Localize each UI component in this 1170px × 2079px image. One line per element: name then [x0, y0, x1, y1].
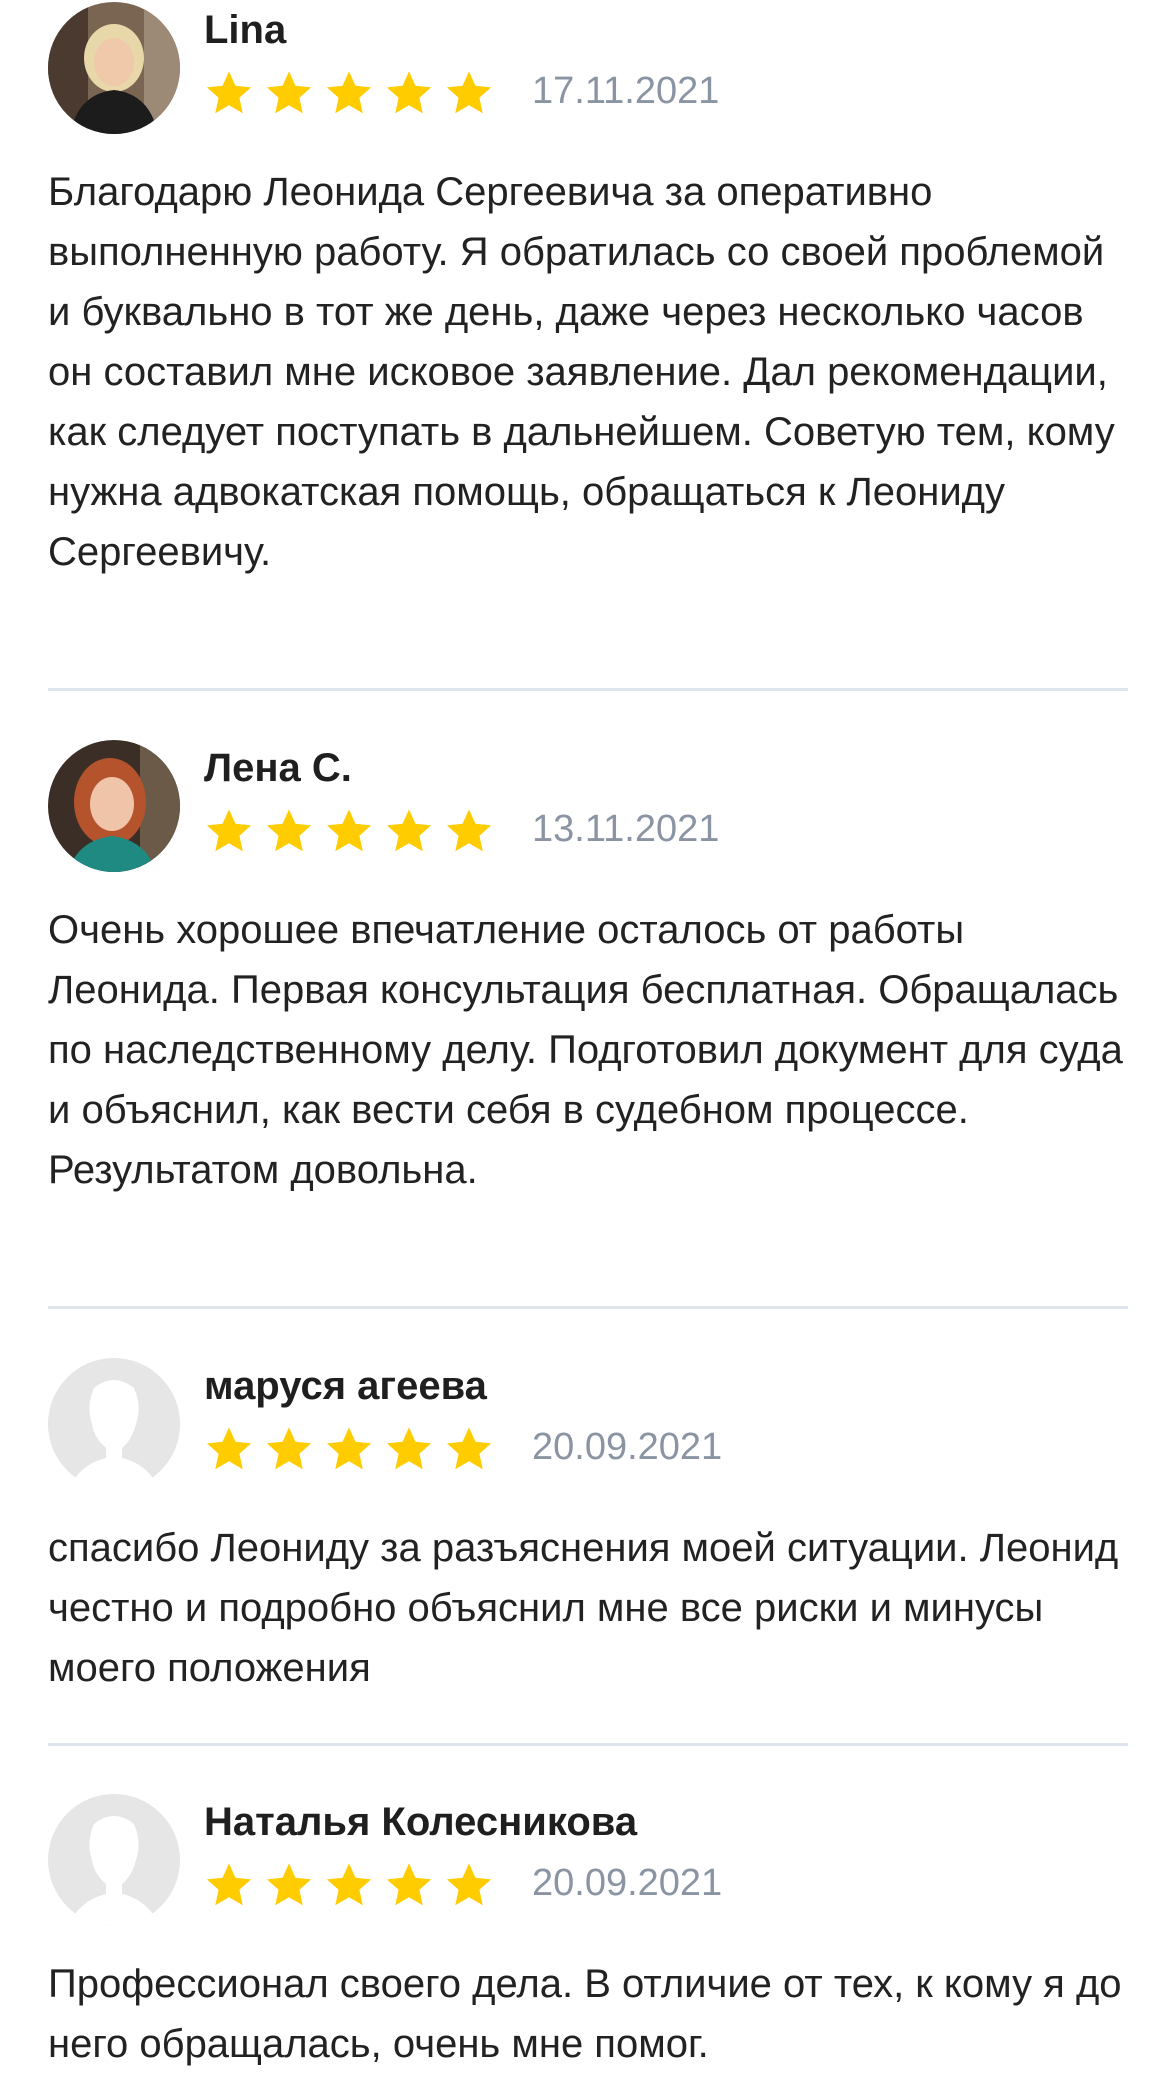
star-icon	[386, 1863, 432, 1906]
star-icon	[446, 809, 492, 852]
divider	[48, 688, 1128, 691]
user-photo	[48, 740, 180, 872]
review-date: 17.11.2021	[532, 70, 720, 112]
star-icon	[446, 1863, 492, 1906]
star-icon	[386, 71, 432, 114]
reviewer-name[interactable]: маруся агеева	[204, 1364, 487, 1409]
rating-stars	[204, 1424, 494, 1476]
star-icon	[386, 1427, 432, 1470]
default-user-icon	[48, 1794, 180, 1926]
star-icon	[326, 809, 372, 852]
review-text: Очень хорошее впечатление осталось от ра…	[48, 908, 1123, 1192]
star-icon	[446, 1427, 492, 1470]
user-avatar[interactable]	[48, 1358, 180, 1490]
star-icon	[266, 1863, 312, 1906]
review-date: 20.09.2021	[532, 1426, 723, 1468]
divider	[48, 1743, 1128, 1746]
reviewer-name[interactable]: Лена С.	[204, 746, 352, 791]
user-avatar[interactable]	[48, 1794, 180, 1926]
reviewer-name[interactable]: Наталья Колесникова	[204, 1800, 637, 1845]
review-text: спасибо Леониду за разъяснения моей ситу…	[48, 1526, 1119, 1690]
divider	[48, 1306, 1128, 1309]
star-icon	[266, 1427, 312, 1470]
star-icon	[206, 1427, 252, 1470]
star-icon	[386, 809, 432, 852]
user-photo	[48, 2, 180, 134]
rating-stars	[204, 1860, 494, 1912]
star-icon	[326, 71, 372, 114]
star-icon	[446, 71, 492, 114]
user-avatar[interactable]	[48, 740, 180, 872]
default-user-icon	[48, 1358, 180, 1490]
reviewer-name[interactable]: Lina	[204, 8, 286, 53]
rating-stars	[204, 68, 494, 120]
review-text: Профессионал своего дела. В отличие от т…	[48, 1962, 1122, 2066]
rating-stars	[204, 806, 494, 858]
star-icon	[206, 1863, 252, 1906]
user-avatar[interactable]	[48, 2, 180, 134]
star-icon	[266, 809, 312, 852]
review-text: Благодарю Леонида Сергеевича за оператив…	[48, 170, 1115, 574]
review-date: 13.11.2021	[532, 808, 720, 850]
star-icon	[206, 809, 252, 852]
review-date: 20.09.2021	[532, 1862, 723, 1904]
star-icon	[326, 1863, 372, 1906]
star-icon	[206, 71, 252, 114]
star-icon	[326, 1427, 372, 1470]
star-icon	[266, 71, 312, 114]
